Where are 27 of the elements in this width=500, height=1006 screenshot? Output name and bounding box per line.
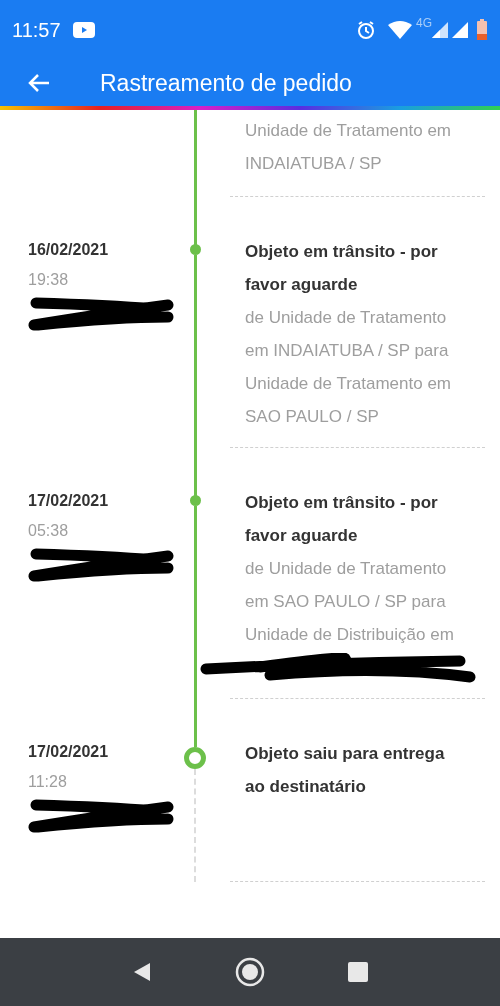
event-detail: de Unidade de Tratamento em SAO PAULO / SP para Unidade de Distribuição em — [245, 558, 455, 646]
signal-icon — [452, 22, 468, 38]
signal-icon — [432, 22, 448, 38]
event-detail: Unidade de Tratamento em INDAIATUBA / SP — [245, 120, 452, 175]
event-title: Objeto em trânsito - por favor aguarde — [245, 241, 439, 296]
nav-recents-button[interactable] — [348, 962, 369, 982]
event-date: 16/02/2021 — [28, 240, 110, 260]
battery-icon — [476, 19, 488, 41]
nav-home-button[interactable] — [235, 957, 265, 987]
network-type: 4G — [416, 15, 432, 32]
event-date: 17/02/2021 — [28, 491, 110, 511]
timeline-current-marker — [184, 747, 206, 769]
event-time: 11:28 — [28, 772, 68, 792]
event-title: Objeto saiu para entrega ao destinatário — [245, 743, 446, 798]
event-title: Objeto em trânsito - por favor aguarde — [245, 492, 439, 547]
back-arrow-icon — [28, 73, 50, 93]
video-icon — [72, 22, 95, 38]
event-detail: de Unidade de Tratamento em INDAIATUBA / SP para Unidade de Tratamento em SAO PAULO / SP — [245, 307, 452, 428]
event-date: 17/02/2021 — [28, 742, 110, 762]
alarm-icon — [356, 20, 376, 40]
status-time: 11:57 — [12, 18, 61, 43]
square-icon — [348, 962, 369, 982]
event-time: 05:38 — [28, 521, 70, 541]
event-time: 19:38 — [28, 270, 70, 290]
circle-icon — [235, 957, 265, 987]
wifi-icon — [388, 21, 412, 39]
page-title: Rastreamento de pedido — [100, 68, 352, 98]
